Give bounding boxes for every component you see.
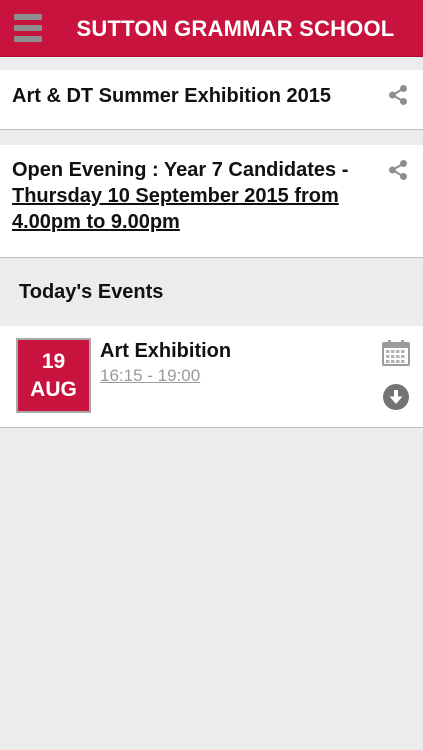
news-item[interactable]: Open Evening : Year 7 Candidates - Thurs… (0, 145, 423, 258)
event-date-badge: 19 AUG (16, 338, 91, 413)
app-header: SUTTON GRAMMAR SCHOOL (0, 0, 423, 57)
hamburger-menu-icon[interactable] (14, 14, 42, 42)
download-icon[interactable] (383, 384, 409, 410)
todays-events-heading: Today's Events (19, 281, 164, 303)
event-title: Art Exhibition (100, 340, 232, 362)
event-month: AUG (30, 377, 77, 401)
event-item[interactable]: 19 AUG Art Exhibition 16:15 - 19:00 (0, 326, 423, 428)
menu-bar (14, 25, 42, 31)
news-item[interactable]: Art & DT Summer Exhibition 2015 (0, 70, 423, 130)
menu-bar (14, 14, 42, 20)
share-icon[interactable] (387, 84, 409, 106)
news-title: Open Evening : Year 7 Candidates - Thurs… (12, 157, 379, 235)
event-day: 19 (41, 349, 66, 373)
news-date-link[interactable]: Thursday 10 September 2015 from 4.00pm t… (12, 185, 339, 233)
share-icon[interactable] (387, 159, 409, 181)
news-title-text: Open Evening : Year 7 Candidates - (12, 159, 349, 181)
news-title: Art & DT Summer Exhibition 2015 (12, 85, 331, 107)
app-title: SUTTON GRAMMAR SCHOOL (76, 15, 395, 41)
event-time-link[interactable]: 16:15 - 19:00 (100, 364, 200, 388)
menu-bar (14, 36, 42, 42)
calendar-icon[interactable] (382, 340, 410, 366)
